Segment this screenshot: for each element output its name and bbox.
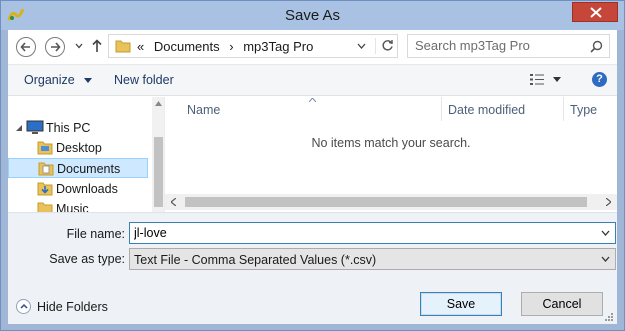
file-name-input[interactable] bbox=[134, 226, 574, 240]
save-as-type-select[interactable]: Text File - Comma Separated Values (*.cs… bbox=[129, 248, 616, 270]
navigation-pane-scrollbar[interactable] bbox=[152, 97, 164, 212]
title-bar[interactable]: Save As bbox=[1, 1, 624, 30]
up-arrow-icon[interactable] bbox=[92, 39, 102, 53]
downloads-folder-icon bbox=[37, 182, 53, 196]
documents-folder-icon bbox=[38, 162, 54, 176]
column-header-label: Name bbox=[187, 103, 221, 117]
scrollbar-thumb[interactable] bbox=[185, 197, 587, 207]
back-button[interactable] bbox=[16, 37, 36, 57]
refresh-icon bbox=[382, 40, 393, 51]
column-header-name[interactable]: Name bbox=[165, 97, 441, 121]
tree-item-music[interactable]: Music bbox=[8, 199, 148, 212]
forward-button[interactable] bbox=[45, 37, 65, 57]
file-name-combobox[interactable] bbox=[129, 222, 616, 244]
breadcrumb-mp3tag-pro[interactable]: mp3Tag Pro bbox=[243, 39, 313, 54]
save-as-type-label: Save as type: bbox=[49, 252, 125, 266]
arrow-right-icon bbox=[51, 42, 61, 52]
scroll-up-arrow-icon[interactable] bbox=[155, 101, 162, 106]
save-as-dialog: Save As « Documents › mp3Tag Pro Search … bbox=[0, 0, 625, 331]
sort-ascending-icon bbox=[309, 98, 316, 102]
expand-arrow-icon[interactable] bbox=[16, 125, 22, 131]
column-header-type[interactable]: Type bbox=[563, 97, 617, 121]
file-name-label: File name: bbox=[66, 227, 125, 241]
tree-item-label: This PC bbox=[46, 121, 91, 135]
tree-item-label: Documents bbox=[57, 162, 121, 176]
breadcrumb-documents[interactable]: Documents bbox=[154, 39, 220, 54]
help-icon[interactable]: ? bbox=[592, 72, 607, 87]
scrollbar-thumb[interactable] bbox=[154, 137, 163, 207]
search-field[interactable] bbox=[407, 34, 610, 58]
breadcrumb: « Documents › mp3Tag Pro bbox=[137, 39, 319, 54]
file-list[interactable]: Name Date modified Type No items match y… bbox=[165, 97, 617, 212]
scroll-left-arrow-icon[interactable] bbox=[171, 198, 176, 206]
arrow-left-icon bbox=[20, 42, 30, 52]
navigation-pane: This PC Desktop Documents Downloads Musi… bbox=[8, 97, 165, 212]
view-details-icon[interactable] bbox=[529, 73, 545, 86]
scroll-right-arrow-icon[interactable] bbox=[606, 198, 611, 206]
file-list-horizontal-scrollbar[interactable] bbox=[165, 194, 617, 210]
navigation-bar: « Documents › mp3Tag Pro bbox=[8, 30, 617, 64]
close-icon bbox=[590, 7, 602, 18]
tree-item-downloads[interactable]: Downloads bbox=[8, 179, 148, 199]
chevron-down-icon[interactable] bbox=[601, 256, 610, 262]
cancel-button[interactable]: Cancel bbox=[521, 292, 603, 316]
save-options-panel: File name: Save as type: Text File - Com… bbox=[8, 212, 617, 324]
column-header-label: Date modified bbox=[448, 103, 526, 117]
save-as-type-value: Text File - Comma Separated Values (*.cs… bbox=[134, 253, 377, 267]
view-options-caret-icon[interactable] bbox=[553, 77, 561, 82]
command-bar: Organize New folder ? bbox=[8, 64, 617, 96]
collapse-circle-icon bbox=[16, 299, 31, 314]
resize-grip-icon[interactable] bbox=[604, 312, 614, 322]
folder-icon bbox=[37, 141, 53, 155]
empty-list-message: No items match your search. bbox=[311, 136, 471, 150]
column-header-date-modified[interactable]: Date modified bbox=[441, 97, 563, 121]
breadcrumb-separator-icon[interactable]: › bbox=[229, 39, 233, 54]
close-button[interactable] bbox=[572, 2, 618, 22]
caret-down-icon bbox=[84, 78, 93, 84]
computer-icon bbox=[26, 120, 44, 134]
save-button[interactable]: Save bbox=[420, 292, 502, 316]
music-folder-icon bbox=[37, 202, 53, 212]
tree-item-this-pc[interactable]: This PC bbox=[8, 118, 158, 138]
tree-item-label: Music bbox=[56, 202, 89, 212]
tree-item-label: Desktop bbox=[56, 141, 102, 155]
dialog-body: « Documents › mp3Tag Pro Search mp3Tag P… bbox=[8, 30, 617, 324]
organize-menu[interactable]: Organize bbox=[24, 73, 93, 87]
column-header-label: Type bbox=[570, 103, 598, 117]
search-input[interactable] bbox=[415, 38, 585, 53]
search-icon[interactable] bbox=[590, 40, 603, 53]
chevron-down-icon[interactable] bbox=[601, 230, 610, 236]
new-folder-button[interactable]: New folder bbox=[114, 73, 174, 87]
folder-icon bbox=[115, 40, 131, 53]
tree-item-documents[interactable]: Documents bbox=[8, 158, 148, 178]
tree-item-label: Downloads bbox=[56, 182, 118, 196]
refresh-button[interactable] bbox=[375, 38, 397, 54]
recent-locations-chevron-icon[interactable] bbox=[75, 43, 83, 49]
window-title: Save As bbox=[284, 7, 341, 24]
address-bar[interactable]: « Documents › mp3Tag Pro bbox=[108, 34, 398, 58]
tree-item-desktop[interactable]: Desktop bbox=[8, 138, 148, 158]
organize-label: Organize bbox=[24, 73, 75, 87]
breadcrumb-overflow[interactable]: « bbox=[137, 39, 144, 54]
hide-folders-label: Hide Folders bbox=[37, 300, 108, 314]
chevron-down-icon[interactable] bbox=[357, 43, 366, 49]
